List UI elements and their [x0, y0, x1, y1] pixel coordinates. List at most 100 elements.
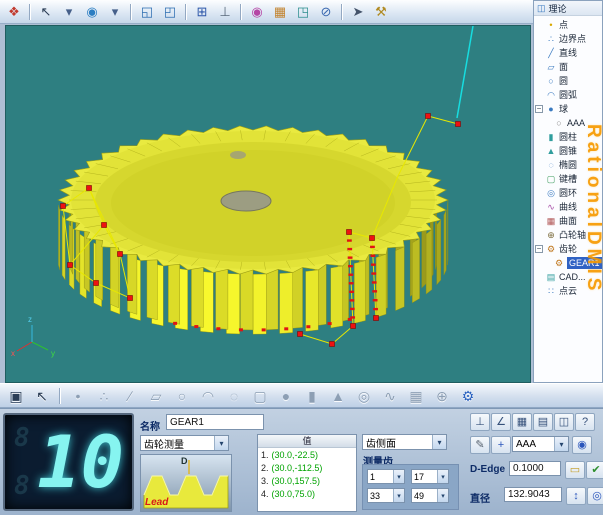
table-row[interactable]: 3. (30.0,157.5)	[258, 474, 356, 487]
tree-expander-icon[interactable]: −	[535, 245, 543, 253]
flank-select-value: 齿侧面	[363, 435, 432, 450]
tree-item[interactable]: ◌ 椭圆	[534, 158, 602, 172]
feature-toolbar-button[interactable]: ∴	[92, 385, 116, 406]
tree-item[interactable]: ◠ 圆弧	[534, 88, 602, 102]
arc-feature-icon: ◠	[202, 389, 214, 403]
feature-toolbar-button[interactable]: ▢	[248, 385, 272, 406]
theory-root-icon: ◫	[537, 3, 546, 14]
tree-item[interactable]: ╱ 直线	[534, 46, 602, 60]
feature-toolbar-button[interactable]: ▦	[404, 385, 428, 406]
help-cursor-icon: ➤	[353, 5, 364, 18]
toolbar-button[interactable]: ▦	[269, 2, 291, 22]
tooth-index-spinner[interactable]: 33	[367, 488, 405, 503]
diameter-input[interactable]	[504, 487, 562, 502]
table-row[interactable]: 4. (30.0,75.0)	[258, 487, 356, 500]
toolbar-button[interactable]: ⊘	[315, 2, 337, 22]
probe-edit-icon[interactable]: ✎	[470, 436, 490, 454]
toolbar-button[interactable]: ▾	[58, 2, 80, 22]
counter-display: 8 8 10	[3, 413, 134, 511]
tree-item[interactable]: ▢ 键槽	[534, 172, 602, 186]
tree-item[interactable]: ⊕ 凸轮轴	[534, 228, 602, 242]
table-row[interactable]: 1. (30.0,-22.5)	[258, 448, 356, 461]
toolbar-button[interactable]: ▾	[104, 2, 126, 22]
feature-toolbar-button[interactable]: •	[66, 385, 90, 406]
feature-toolbar-button[interactable]: ↖	[30, 385, 54, 406]
toolbar-button[interactable]: ⚒	[370, 2, 392, 22]
toolbar-button[interactable]: ⊞	[191, 2, 213, 22]
tree-item[interactable]: ▮ 圆柱	[534, 130, 602, 144]
tree-item[interactable]: ○ 圆	[534, 74, 602, 88]
feature-toolbar-button[interactable]: ▮	[300, 385, 324, 406]
toolbar-button[interactable]: ◰	[159, 2, 181, 22]
feature-toolbar-button[interactable]: ⊕	[430, 385, 454, 406]
updown-icon[interactable]: ↕	[566, 487, 586, 505]
value-column-header[interactable]: 值	[258, 435, 356, 448]
toolbar-button[interactable]: ❖	[3, 2, 25, 22]
tree-item-label: 圆	[559, 75, 568, 87]
window-layout-button[interactable]: ◫	[554, 413, 574, 431]
preview-d-label: D	[181, 456, 188, 466]
toolbar-button[interactable]: ◳	[292, 2, 314, 22]
feature-toolbar-button[interactable]: ∕	[118, 385, 142, 406]
orbit-view-icon: ◉	[86, 5, 97, 18]
feature-toolbar-button[interactable]: ◌	[222, 385, 246, 406]
feature-toolbar-button[interactable]: ◠	[196, 385, 220, 406]
tree-item[interactable]: ▦ 曲面	[534, 214, 602, 228]
tree-item[interactable]: ⚙ GEAR1	[534, 256, 602, 270]
tooth-index-spinner[interactable]: 49	[411, 488, 449, 503]
probe-angle-button[interactable]: ∠	[491, 413, 511, 431]
cad-view-icon: ◳	[297, 5, 309, 18]
report-button[interactable]: ▤	[533, 413, 553, 431]
probe-select[interactable]: AAA	[512, 436, 569, 452]
toolbar-button[interactable]: ↖	[35, 2, 57, 22]
tree-item[interactable]: ▲ 圆锥	[534, 144, 602, 158]
tree-item[interactable]: ∷ 点云	[534, 284, 602, 298]
keypad-button[interactable]: ▦	[512, 413, 532, 431]
probe-add-icon[interactable]: +	[491, 436, 511, 454]
tooth-index-spinner[interactable]: 1	[367, 469, 405, 484]
feature-toolbar-button[interactable]: ▣	[4, 385, 28, 406]
target-icon[interactable]: ◎	[587, 487, 603, 505]
tree-item[interactable]: ▱ 面	[534, 60, 602, 74]
feature-toolbar-button[interactable]: ◎	[352, 385, 376, 406]
measure-mode-select[interactable]: 齿轮测量	[140, 435, 229, 451]
dedge-input[interactable]	[509, 461, 561, 476]
probe-ball-icon[interactable]: ◉	[572, 436, 592, 454]
feature-toolbar-button[interactable]: ▲	[326, 385, 350, 406]
zoom-extents-icon: ◰	[164, 5, 176, 18]
confirm-icon[interactable]: ✔	[586, 461, 603, 479]
toolbar-button[interactable]: ◉	[81, 2, 103, 22]
tree-root-item[interactable]: ◫ 理论	[534, 1, 602, 16]
toolbar-button[interactable]: ◱	[136, 2, 158, 22]
cylinder-icon: ▮	[546, 133, 556, 142]
tree-expander-icon[interactable]: −	[535, 105, 543, 113]
tree-item[interactable]: − ⚙ 齿轮	[534, 242, 602, 256]
feature-toolbar-button[interactable]: ∿	[378, 385, 402, 406]
feature-toolbar-button[interactable]: ○	[170, 385, 194, 406]
tree-item[interactable]: ◎ 圆环	[534, 186, 602, 200]
table-row[interactable]: 2. (30.0,-112.5)	[258, 461, 356, 474]
tree-item[interactable]: ○ AAA	[534, 116, 602, 130]
tree-item[interactable]: ∴ 边界点	[534, 32, 602, 46]
select-cursor-icon: ↖	[41, 5, 52, 18]
tree-item[interactable]: • 点	[534, 18, 602, 32]
lcd-value: 10	[37, 416, 124, 508]
toolbar-button[interactable]: ⊥	[214, 2, 236, 22]
tree-item[interactable]: ▤ CAD...	[534, 270, 602, 284]
help-button[interactable]: ?	[575, 413, 595, 431]
viewport-3d[interactable]: xyz	[5, 25, 531, 383]
probe-tip-button[interactable]: ⊥	[470, 413, 490, 431]
panel-tool-buttons: ⊥ ∠ ▦ ▤ ◫ ?	[470, 413, 595, 431]
feature-toolbar-button[interactable]: ⚙	[456, 385, 480, 406]
tree-item[interactable]: ∿ 曲线	[534, 200, 602, 214]
feature-toolbar-button[interactable]: ●	[274, 385, 298, 406]
tree-item[interactable]: − ● 球	[534, 102, 602, 116]
feature-toolbar-button[interactable]: ▱	[144, 385, 168, 406]
name-input[interactable]	[166, 414, 264, 430]
ruler-icon[interactable]: ▭	[565, 461, 585, 479]
flank-select[interactable]: 齿侧面	[362, 434, 447, 450]
toolbar-button[interactable]: ◉	[246, 2, 268, 22]
dedge-label: D-Edge	[470, 464, 505, 475]
tooth-index-spinner[interactable]: 17	[411, 469, 449, 484]
toolbar-button[interactable]: ➤	[347, 2, 369, 22]
